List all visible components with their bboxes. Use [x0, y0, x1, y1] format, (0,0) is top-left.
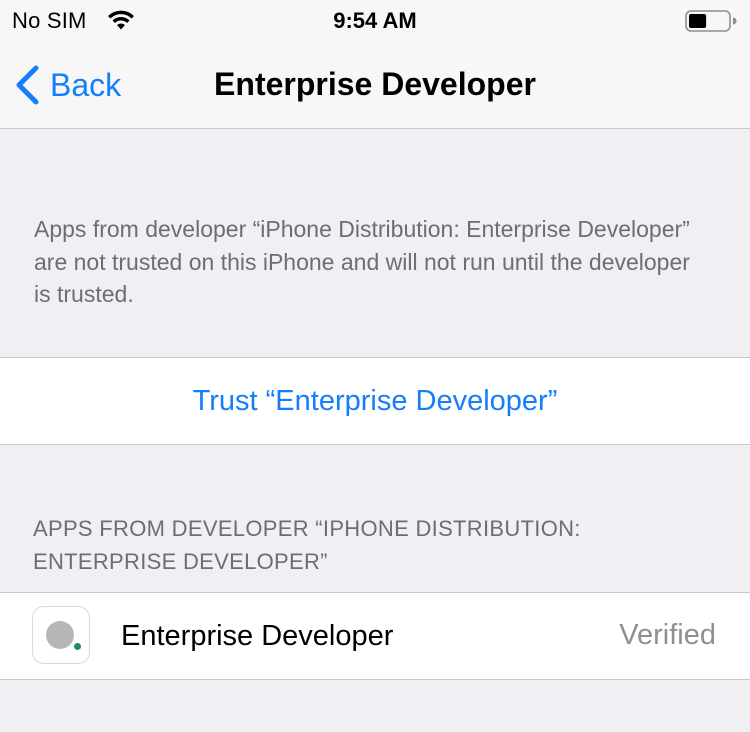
status-bar: No SIM 9:54 AM	[0, 0, 750, 42]
app-name: Enterprise Developer	[121, 620, 394, 652]
app-list: Enterprise Developer Verified	[0, 592, 750, 680]
page-title: Enterprise Developer	[214, 66, 536, 102]
navigation-bar: Back Enterprise Developer	[0, 42, 750, 129]
app-icon	[32, 606, 90, 664]
apps-section-header: APPS FROM DEVELOPER “IPHONE DISTRIBUTION…	[33, 516, 581, 574]
trust-group: Trust “Enterprise Developer”	[0, 357, 750, 445]
trust-explanation: Apps from developer “iPhone Distribution…	[34, 216, 690, 307]
app-icon-circle	[46, 621, 74, 649]
screen: No SIM 9:54 AM Back Enterprise Developer…	[0, 0, 750, 732]
trust-developer-button[interactable]: Trust “Enterprise Developer”	[0, 358, 750, 444]
list-item[interactable]: Enterprise Developer Verified	[0, 593, 750, 679]
app-status: Verified	[619, 619, 716, 651]
clock: 9:54 AM	[333, 8, 417, 33]
app-icon-badge	[74, 643, 81, 650]
battery-icon	[685, 10, 737, 32]
